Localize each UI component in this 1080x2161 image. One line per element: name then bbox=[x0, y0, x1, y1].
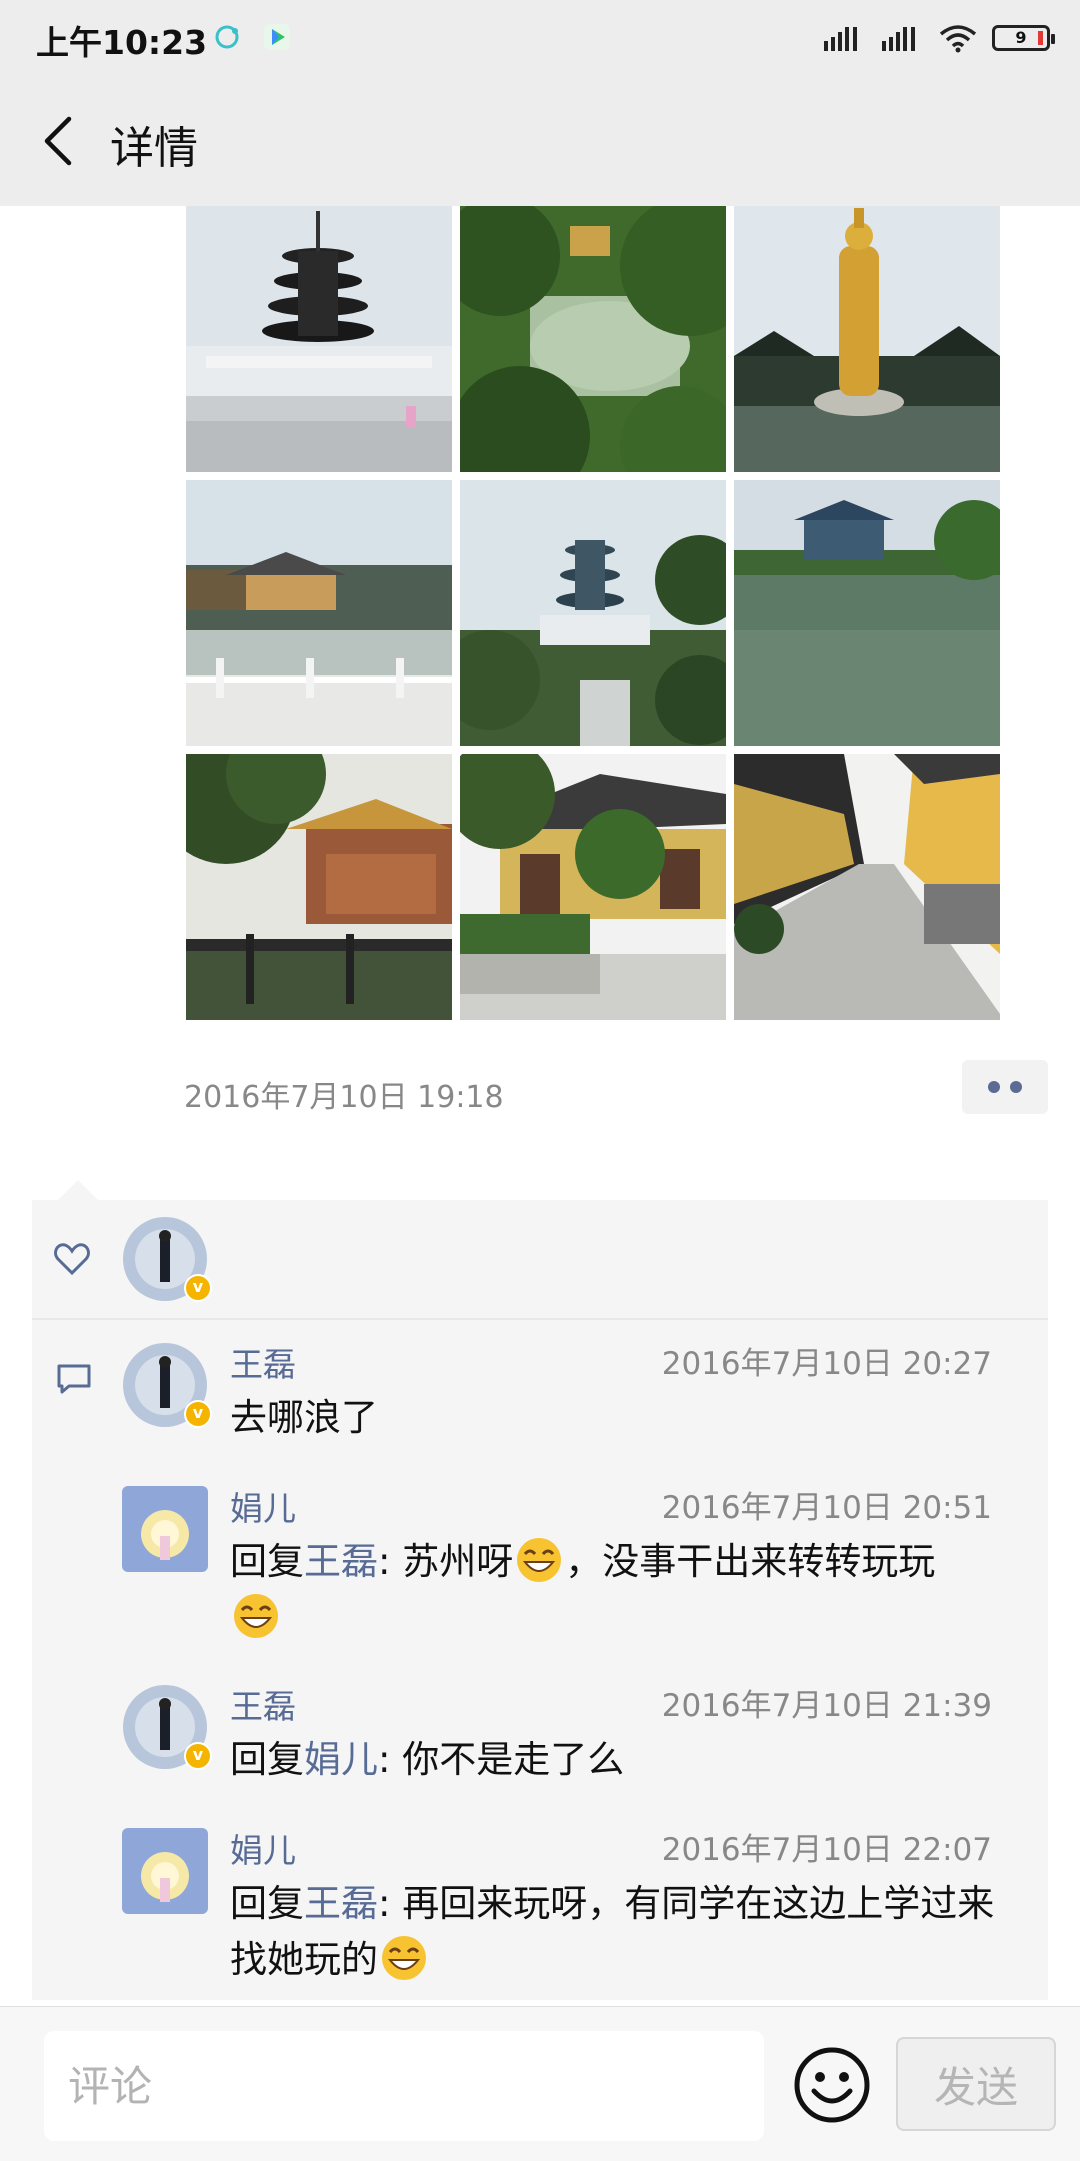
comment-item[interactable]: v 王磊 2016年7月10日 21:39 回复娟儿: 你不是走了么 bbox=[32, 1680, 1048, 1800]
more-actions-button[interactable] bbox=[962, 1060, 1048, 1114]
comment-text: 回复王磊: 苏州呀 ，没事干出来转转玩玩 bbox=[230, 1534, 1050, 1646]
signal-icon-2 bbox=[882, 27, 915, 51]
comment-item[interactable]: v 王磊 2016年7月10日 20:27 去哪浪了 bbox=[32, 1338, 1048, 1458]
comment-text: 去哪浪了 bbox=[230, 1396, 378, 1439]
comment-author[interactable]: 娟儿 bbox=[230, 1482, 296, 1530]
play-app-icon bbox=[264, 24, 290, 50]
reply-mention[interactable]: 王磊 bbox=[304, 1882, 378, 1925]
comment-input-bar: 发送 bbox=[0, 2006, 1080, 2161]
signal-icon-1 bbox=[824, 27, 857, 51]
reply-mention[interactable]: 娟儿 bbox=[304, 1738, 378, 1781]
more-dot-icon bbox=[1010, 1081, 1022, 1093]
comment-author[interactable]: 娟儿 bbox=[230, 1824, 296, 1872]
photo-garden-hall[interactable] bbox=[186, 754, 452, 1020]
photo-golden-statue[interactable] bbox=[734, 206, 1000, 472]
photo-temple-path[interactable] bbox=[460, 754, 726, 1020]
status-bar: 上午10:23 9 bbox=[0, 0, 1080, 76]
grin-emoji-icon bbox=[234, 1594, 278, 1638]
verified-badge-icon: v bbox=[184, 1274, 212, 1302]
comment-input[interactable] bbox=[44, 2031, 764, 2141]
emoji-picker-icon[interactable] bbox=[792, 2045, 872, 2125]
interact-arrow bbox=[56, 1180, 100, 1202]
grin-emoji-icon bbox=[382, 1936, 426, 1980]
post-timestamp: 2016年7月10日 19:18 bbox=[184, 1080, 504, 1115]
page-title: 详情 bbox=[110, 123, 198, 174]
comment-author[interactable]: 王磊 bbox=[230, 1338, 296, 1386]
interactions-panel: v v 王磊 2016年7月10日 20:27 去哪浪了 娟儿 2016年7月1… bbox=[32, 1200, 1048, 2000]
commenter-avatar[interactable] bbox=[122, 1486, 208, 1572]
photo-pagoda-hill[interactable] bbox=[460, 480, 726, 746]
reply-prefix: 回复 bbox=[230, 1738, 304, 1781]
photo-grid bbox=[186, 206, 1004, 1020]
battery-level: 9 bbox=[1015, 28, 1027, 47]
comment-time: 2016年7月10日 21:39 bbox=[661, 1688, 992, 1724]
reply-body-2: ，没事干出来转转玩玩 bbox=[565, 1540, 936, 1583]
comment-time: 2016年7月10日 22:07 bbox=[661, 1832, 992, 1868]
status-time: 上午10:23 bbox=[36, 23, 208, 62]
comment-text: 回复娟儿: 你不是走了么 bbox=[230, 1732, 1050, 1788]
photo-corridor[interactable] bbox=[734, 754, 1000, 1020]
reply-mention[interactable]: 王磊 bbox=[304, 1540, 378, 1583]
photo-lake-trees[interactable] bbox=[460, 206, 726, 472]
photo-pagoda-square[interactable] bbox=[186, 206, 452, 472]
photo-pond-pavilion[interactable] bbox=[734, 480, 1000, 746]
heart-icon bbox=[54, 1243, 90, 1276]
comment-time: 2016年7月10日 20:51 bbox=[661, 1490, 992, 1526]
back-button[interactable] bbox=[28, 106, 88, 176]
send-button[interactable]: 发送 bbox=[896, 2037, 1056, 2131]
likes-row: v bbox=[32, 1200, 1048, 1320]
sync-app-icon bbox=[215, 25, 239, 49]
chevron-left-icon bbox=[44, 116, 72, 166]
comment-item[interactable]: 娟儿 2016年7月10日 20:51 回复王磊: 苏州呀 ，没事干出来转转玩玩 bbox=[32, 1482, 1048, 1652]
more-dot-icon bbox=[988, 1081, 1000, 1093]
comment-author[interactable]: 王磊 bbox=[230, 1680, 296, 1728]
battery-icon: 9 bbox=[992, 25, 1055, 51]
verified-badge-icon: v bbox=[184, 1742, 212, 1770]
verified-badge-icon: v bbox=[184, 1400, 212, 1428]
comment-time: 2016年7月10日 20:27 bbox=[661, 1346, 992, 1382]
reply-body: : 苏州呀 bbox=[378, 1540, 514, 1583]
reply-prefix: 回复 bbox=[230, 1540, 304, 1583]
comment-text: 回复王磊: 再回来玩呀，有同学在这边上学过来找她玩的 bbox=[230, 1876, 1010, 1988]
wifi-icon bbox=[939, 25, 977, 53]
grin-emoji-icon bbox=[517, 1538, 562, 1582]
reply-body: : 你不是走了么 bbox=[378, 1738, 625, 1781]
reply-prefix: 回复 bbox=[230, 1882, 304, 1925]
commenter-avatar[interactable] bbox=[122, 1828, 208, 1914]
photo-temple-bridge[interactable] bbox=[186, 480, 452, 746]
comment-item[interactable]: 娟儿 2016年7月10日 22:07 回复王磊: 再回来玩呀，有同学在这边上学… bbox=[32, 1824, 1048, 1994]
header: 详情 bbox=[0, 76, 1080, 206]
